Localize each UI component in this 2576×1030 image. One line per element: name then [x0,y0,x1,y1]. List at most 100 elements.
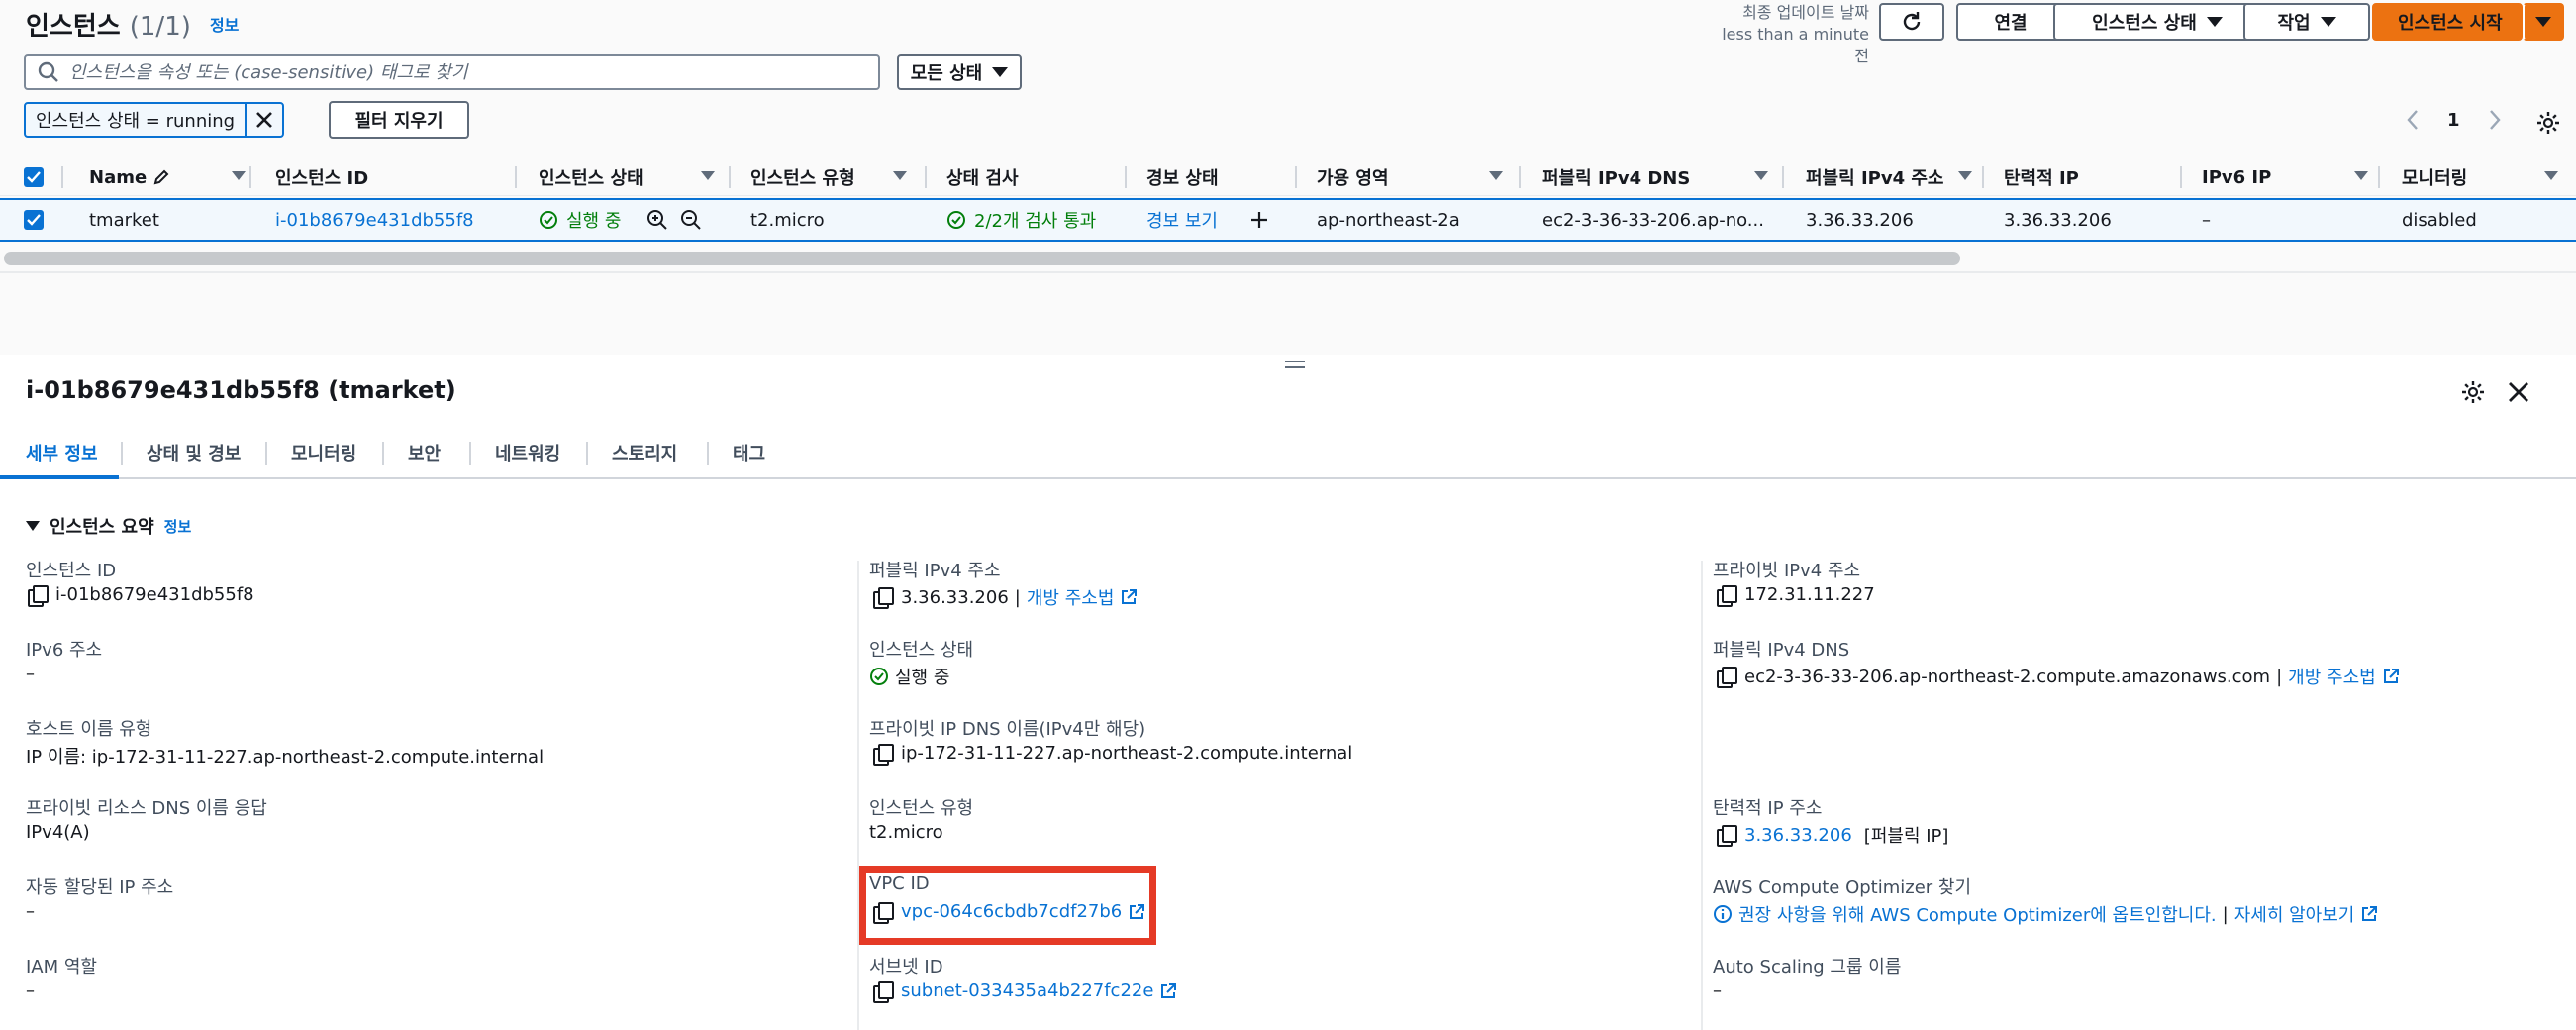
instance-count: (1/1) [129,12,191,42]
value-elastic-ip: 3.36.33.206 [퍼블릭 IP] [1717,822,1948,848]
external-link-icon[interactable] [2360,905,2378,923]
select-all-checkbox[interactable] [24,167,44,187]
external-link-icon[interactable] [1120,588,1138,606]
label-public-dns: 퍼블릭 IPv4 DNS [1713,640,1850,661]
label-instance-state: 인스턴스 상태 [869,640,974,661]
column-instance-id[interactable]: 인스턴스 ID [275,158,513,196]
sort-icon [1958,171,1972,180]
launch-dropdown-button[interactable] [2523,3,2564,41]
optimizer-opt-in-link[interactable]: 권장 사항을 위해 AWS Compute Optimizer에 옵트인합니다. [1738,901,2217,927]
refresh-button[interactable] [1879,3,1944,41]
copy-icon[interactable] [873,743,894,766]
plus-icon[interactable] [1249,210,1269,230]
label-elastic-ip: 탄력적 IP 주소 [1713,798,1823,819]
column-monitoring[interactable]: 모니터링 [2402,158,2570,196]
value-private-ip-dns: ip-172-31-11-227.ap-northeast-2.compute.… [873,743,1352,766]
table-row[interactable]: tmarket i-01b8679e431db55f8 실행 중 t2.micr… [0,198,2576,242]
close-icon[interactable] [2507,380,2530,404]
elastic-ip-link[interactable]: 3.36.33.206 [1744,825,1852,846]
launch-instance-button[interactable]: 인스턴스 시작 [2372,3,2523,41]
last-updated-value: less than a minute 전 [1722,25,1869,65]
gear-icon[interactable] [2536,111,2560,135]
gear-icon[interactable] [2461,380,2485,404]
cell-ipv6: – [2202,209,2211,231]
horizontal-scrollbar[interactable] [4,252,1960,265]
last-updated: 최종 업데이트 날짜 less than a minute 전 [1713,2,1869,67]
column-elastic-ip[interactable]: 탄력적 IP [2004,158,2182,196]
label-hostname-type: 호스트 이름 유형 [26,719,152,740]
tab-details[interactable]: 세부 정보 [26,428,98,477]
info-circle-icon [1714,905,1732,923]
column-public-dns[interactable]: 퍼블릭 IPv4 DNS [1542,158,1780,196]
copy-icon[interactable] [873,587,894,609]
value-ipv6: – [26,664,35,684]
state-filter-select[interactable]: 모든 상태 [897,54,1022,90]
refresh-icon [1903,12,1921,31]
subnet-id-link[interactable]: subnet-033435a4b227fc22e [901,980,1153,1001]
page-title-text: 인스턴스 [26,12,121,42]
sort-icon [893,171,907,180]
open-address-link[interactable]: 개방 주소법 [2288,664,2376,689]
tab-status-alarms[interactable]: 상태 및 경보 [147,428,241,477]
column-status-check[interactable]: 상태 검사 [946,158,1125,196]
caret-down-icon [2320,17,2336,27]
value-asg-name: – [1713,980,1722,1001]
column-ipv6[interactable]: IPv6 IP [2202,158,2380,196]
check-circle-icon [947,211,965,229]
actions-button[interactable]: 작업 [2243,3,2370,41]
external-link-icon[interactable] [1159,982,1177,1000]
label-private-ipv4: 프라이빗 IPv4 주소 [1713,561,1861,581]
instance-state-button[interactable]: 인스턴스 상태 [2053,3,2261,41]
search-field[interactable] [24,54,880,90]
section-header[interactable]: 인스턴스 요약 정보 [26,513,191,539]
learn-more-link[interactable]: 자세히 알아보기 [2234,901,2355,927]
tab-security[interactable]: 보안 [408,428,441,477]
label-private-dns-response: 프라이빗 리소스 DNS 이름 응답 [26,798,267,819]
column-instance-type[interactable]: 인스턴스 유형 [750,158,919,196]
copy-icon[interactable] [28,584,49,607]
caret-down-icon [2535,17,2551,27]
column-instance-state[interactable]: 인스턴스 상태 [539,158,727,196]
chevron-left-icon[interactable] [2406,109,2420,131]
row-checkbox[interactable] [24,210,44,230]
copy-icon[interactable] [1717,584,1737,607]
value-instance-type: t2.micro [869,822,943,843]
page-number[interactable]: 1 [2447,110,2460,131]
copy-icon[interactable] [1717,667,1737,688]
open-address-link[interactable]: 개방 주소법 [1027,584,1115,610]
cell-availability-zone: ap-northeast-2a [1317,209,1460,231]
label-compute-optimizer: AWS Compute Optimizer 찾기 [1713,877,1972,898]
chevron-right-icon[interactable] [2488,109,2502,131]
copy-icon[interactable] [873,980,894,1003]
column-name[interactable]: Name [89,158,257,196]
external-link-icon[interactable] [2382,668,2400,685]
scroll-track [0,271,2576,273]
tab-storage[interactable]: 스토리지 [612,428,677,477]
label-ipv6: IPv6 주소 [26,640,103,661]
zoom-out-icon[interactable] [680,209,702,231]
connect-button[interactable]: 연결 [1956,3,2065,41]
value-private-dns-response: IPv4(A) [26,822,90,843]
value-private-ipv4: 172.31.11.227 [1717,584,1875,607]
copy-icon[interactable] [1717,825,1737,847]
tab-tags[interactable]: 태그 [733,428,765,477]
tab-monitoring[interactable]: 모니터링 [291,428,356,477]
cell-instance-id-link[interactable]: i-01b8679e431db55f8 [275,200,474,240]
tab-networking[interactable]: 네트워킹 [495,428,560,477]
clear-filters-button[interactable]: 필터 지우기 [329,101,469,139]
column-alarm-status[interactable]: 경보 상태 [1146,158,1295,196]
info-link[interactable]: 정보 [210,16,239,35]
active-tab-indicator [0,475,119,479]
remove-filter-button[interactable] [247,104,282,136]
section-title: 인스턴스 요약 [50,517,154,538]
search-input[interactable] [69,61,861,83]
value-public-dns: ec2-3-36-33-206.ap-northeast-2.compute.a… [1717,664,2400,689]
caret-down-icon [26,521,40,531]
resize-handle[interactable] [1285,360,1305,372]
page-title: 인스턴스 (1/1) 정보 [26,6,239,43]
view-alarms-link[interactable]: 경보 보기 [1146,200,1218,240]
column-availability-zone[interactable]: 가용 영역 [1317,158,1515,196]
section-info-link[interactable]: 정보 [164,516,192,537]
column-public-ipv4[interactable]: 퍼블릭 IPv4 주소 [1806,158,1984,196]
zoom-in-icon[interactable] [646,209,668,231]
